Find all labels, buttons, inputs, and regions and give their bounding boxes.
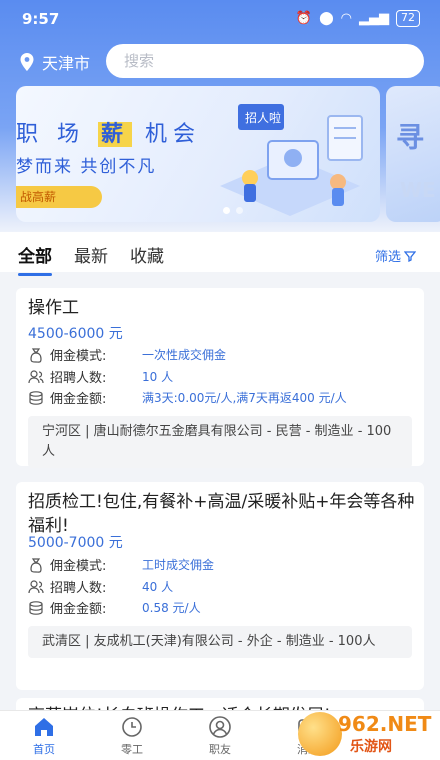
- home-icon: [35, 718, 53, 736]
- location-pin-icon: [20, 53, 34, 71]
- person-icon: [209, 716, 231, 738]
- people-icon: [28, 369, 44, 383]
- headcount-value: 40 人: [142, 580, 174, 594]
- commission-amount-value: 满3天:0.00元/人,满7天再返400 元/人: [142, 391, 347, 405]
- city-name: 天津市: [42, 54, 91, 73]
- coins-icon: [29, 390, 43, 405]
- commission-mode-row: 佣金模式: 一次性成交佣金: [28, 345, 226, 364]
- commission-mode-row: 佣金模式: 工时成交佣金: [28, 555, 214, 574]
- money-bag-icon: [30, 557, 42, 573]
- search-input[interactable]: [106, 44, 424, 78]
- company-info: 宁河区 | 唐山耐德尔五金磨具有限公司 - 民营 - 制造业 - 100人: [28, 416, 412, 468]
- job-card[interactable]: 招质检工!包住,有餐补+高温/采暖补贴+年会等各种福利! 5000-7000 元…: [16, 482, 424, 690]
- headcount-value: 10 人: [142, 370, 174, 384]
- filter-icon: [404, 250, 416, 262]
- city-selector[interactable]: 天津市: [18, 50, 90, 74]
- money-bag-icon: [30, 347, 42, 363]
- coins-icon: [29, 600, 43, 615]
- carousel-indicator: [223, 207, 243, 214]
- signal-icon: ▂▄▆: [359, 11, 389, 26]
- banner-headline: 职 场 薪 机会: [16, 122, 202, 147]
- battery-icon: 72: [396, 10, 420, 27]
- commission-amount-row: 佣金金额: 满3天:0.00元/人,满7天再返400 元/人: [28, 388, 347, 407]
- commission-mode-value: 一次性成交佣金: [142, 348, 227, 362]
- nav-friends[interactable]: 职友: [190, 715, 250, 757]
- commission-amount-value: 0.58 元/人: [142, 601, 201, 615]
- next-banner-peek[interactable]: 寻 WE: [386, 86, 440, 222]
- tab-favorites[interactable]: 收藏: [130, 242, 164, 267]
- people-icon: [28, 579, 44, 593]
- nav-gig[interactable]: 零工: [102, 715, 162, 757]
- commission-amount-row: 佣金金额: 0.58 元/人: [28, 598, 201, 617]
- banner-sign: 招人啦: [245, 110, 281, 125]
- tab-latest[interactable]: 最新: [74, 242, 108, 267]
- job-salary: 5000-7000 元: [28, 535, 123, 551]
- clock-icon: [122, 717, 142, 737]
- watermark-logo-icon: [298, 712, 342, 756]
- alarm-icon: ⏰: [295, 11, 313, 26]
- nav-home[interactable]: 首页: [14, 715, 74, 757]
- filter-button[interactable]: 筛选: [375, 246, 416, 265]
- job-title: 操作工: [28, 298, 79, 318]
- status-time: 9:57: [22, 10, 60, 28]
- banner-illustration: 招人啦: [220, 104, 363, 216]
- filter-label: 筛选: [374, 250, 401, 265]
- banner-cta[interactable]: 战高薪: [16, 186, 102, 208]
- wifi-icon: ◠: [340, 11, 352, 26]
- headcount-row: 招聘人数: 40 人: [28, 577, 173, 596]
- location-status-icon: ⬤: [319, 11, 334, 26]
- site-watermark: 962.NET 乐游网: [298, 706, 434, 760]
- company-info: 武清区 | 友成机工(天津)有限公司 - 外企 - 制造业 - 100人: [28, 626, 412, 658]
- commission-mode-value: 工时成交佣金: [142, 558, 215, 572]
- job-card[interactable]: 操作工 4500-6000 元 佣金模式: 一次性成交佣金 招聘人数: 10 人 佣…: [16, 288, 424, 468]
- headcount-row: 招聘人数: 10 人: [28, 367, 173, 386]
- job-tabs: 全部 最新 收藏 筛选: [0, 232, 440, 276]
- status-bar: 9:57 ⏰ ⬤ ◠ ▂▄▆ 72: [0, 0, 440, 38]
- job-salary: 4500-6000 元: [28, 326, 123, 342]
- search-bar[interactable]: [106, 44, 424, 78]
- promo-banner[interactable]: 职 场 薪 机会 梦而来 共创不凡 战高薪 招人啦: [16, 86, 380, 222]
- tab-all[interactable]: 全部: [18, 242, 52, 276]
- banner-slogan: 梦而来 共创不凡: [16, 157, 157, 177]
- job-title: 招质检工!包住,有餐补+高温/采暖补贴+年会等各种福利!: [28, 492, 415, 536]
- status-icons: ⏰ ⬤ ◠ ▂▄▆ 72: [296, 10, 420, 27]
